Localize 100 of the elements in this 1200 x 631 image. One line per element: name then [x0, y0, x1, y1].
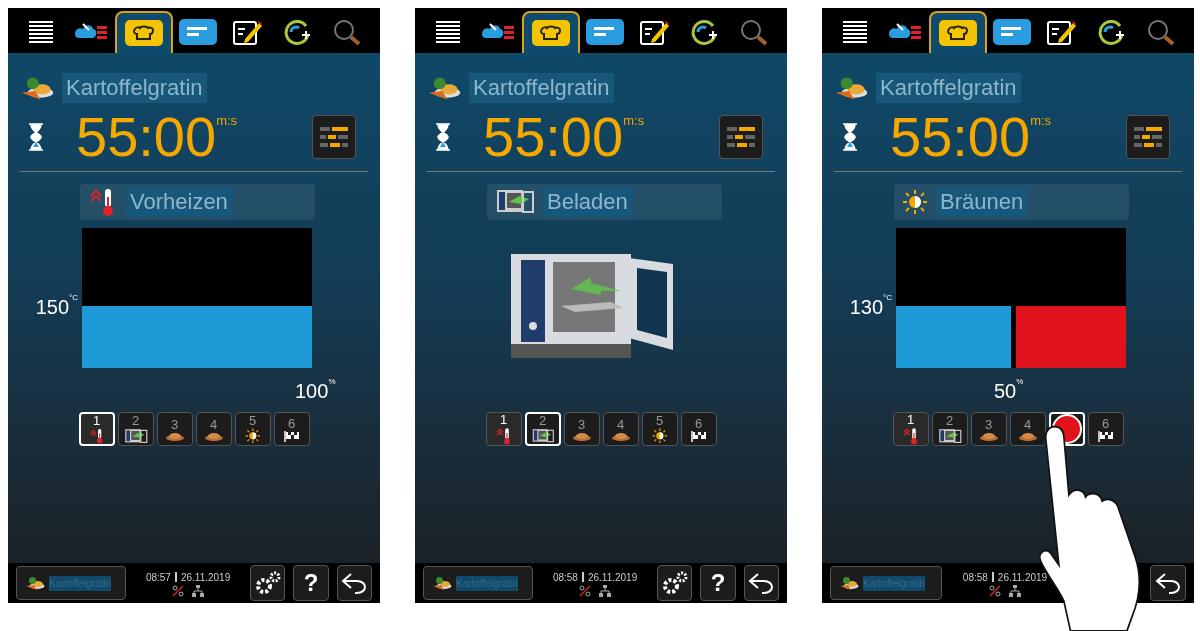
back-button[interactable] — [743, 565, 779, 601]
thermometer-icon — [901, 427, 920, 445]
date: 26.11.2019 — [587, 570, 638, 585]
schedule-button[interactable] — [719, 115, 763, 159]
circle-plus-icon — [689, 18, 720, 46]
step-button[interactable]: 4 — [195, 412, 232, 446]
network-icon — [192, 584, 205, 597]
step-button[interactable]: 1 — [485, 412, 522, 446]
sun-icon — [244, 428, 261, 444]
back-icon — [748, 572, 775, 594]
dish-icon — [165, 431, 184, 441]
clock-time: 08:58 — [552, 570, 578, 585]
back-button[interactable] — [336, 565, 372, 601]
tab[interactable] — [929, 11, 988, 53]
chef-hat-icon — [125, 20, 164, 46]
oven-icon — [123, 427, 148, 445]
tab[interactable] — [522, 11, 581, 53]
schedule-icon — [318, 124, 350, 150]
step-button[interactable]: 6 — [273, 412, 310, 446]
dish-icon — [204, 431, 223, 441]
step-button[interactable]: 4 — [1009, 412, 1046, 446]
temperature-value: 150 — [35, 295, 69, 320]
back-button[interactable] — [1150, 565, 1186, 601]
menu-icon — [435, 21, 460, 43]
chef-hat-icon — [532, 20, 571, 46]
dish-icon — [572, 431, 591, 441]
schedule-icon — [1132, 124, 1164, 150]
flag-icon — [1097, 430, 1114, 442]
step-button[interactable]: 1 — [892, 412, 929, 446]
clock-time: 08:57 — [145, 570, 171, 585]
search-icon — [1146, 18, 1177, 46]
menu-icon — [842, 21, 867, 43]
settings-icon — [661, 571, 688, 595]
step-button[interactable]: 5 — [234, 412, 271, 446]
no-connection-icon — [172, 584, 185, 597]
recipe-title: Kartoffelgratin — [876, 73, 1021, 103]
dish-icon — [1018, 431, 1037, 441]
recipe-title: Kartoffelgratin — [469, 73, 614, 103]
step-button[interactable]: 2 — [931, 412, 968, 446]
edit-icon — [639, 19, 670, 45]
recipe-title: Kartoffelgratin — [62, 73, 207, 103]
help-button[interactable]: ? — [700, 565, 736, 601]
timer-value: 55:00 — [76, 107, 217, 167]
list-card-icon — [586, 19, 624, 45]
settings-icon — [254, 571, 281, 595]
timer-value: 55:00 — [483, 107, 624, 167]
step-title: Beladen — [543, 187, 632, 217]
no-connection-icon — [579, 584, 592, 597]
thermometer-icon — [494, 427, 513, 445]
step-title: Vorheizen — [126, 187, 232, 217]
timer-unit: m:s — [216, 112, 238, 130]
oven-icon — [530, 428, 555, 444]
flag-icon — [690, 430, 707, 442]
oven-icon — [937, 427, 962, 445]
dish-icon — [427, 74, 461, 102]
back-icon — [341, 572, 368, 594]
oven-icon — [495, 188, 535, 216]
step-button[interactable]: 2 — [524, 412, 561, 446]
help-button[interactable]: ? — [293, 565, 329, 601]
dish-icon — [611, 431, 630, 441]
timer-unit: m:s — [1030, 112, 1052, 130]
percent-unit: % — [1016, 376, 1024, 388]
chef-hat-icon — [939, 20, 978, 46]
tab[interactable] — [115, 11, 174, 53]
percent-value: 50 — [994, 380, 1017, 404]
flag-icon — [283, 430, 300, 442]
date: 26.11.2019 — [180, 570, 231, 585]
schedule-icon — [725, 124, 757, 150]
edit-icon — [232, 19, 263, 45]
temperature-unit: °C — [69, 292, 78, 304]
temperature-unit: °C — [883, 292, 892, 304]
dish-icon — [834, 74, 868, 102]
step-button[interactable]: 6 — [1087, 412, 1124, 446]
step-button[interactable]: 3 — [563, 412, 600, 446]
list-card-icon — [179, 19, 217, 45]
list-card-icon — [993, 19, 1031, 45]
date: 26.11.2019 — [997, 570, 1048, 585]
step-button[interactable]: 2 — [117, 412, 154, 446]
step-button[interactable]: 4 — [602, 412, 639, 446]
step-button[interactable]: 3 — [970, 412, 1007, 446]
settings-button[interactable] — [657, 565, 693, 601]
dish-icon — [432, 575, 452, 591]
back-icon — [1155, 572, 1181, 594]
schedule-button[interactable] — [312, 115, 356, 159]
circle-plus-icon — [1096, 18, 1127, 46]
hourglass-icon — [842, 123, 858, 151]
dish-icon — [25, 575, 45, 591]
step-button[interactable]: 1 — [78, 412, 115, 446]
percent-unit: % — [328, 376, 336, 388]
network-icon — [599, 584, 612, 597]
step-button[interactable]: 3 — [156, 412, 193, 446]
step-button[interactable]: 5 — [641, 412, 678, 446]
edit-icon — [1046, 19, 1077, 45]
step-button[interactable]: 6 — [680, 412, 717, 446]
schedule-button[interactable] — [1126, 115, 1170, 159]
search-icon — [739, 18, 770, 46]
step-title: Bräunen — [936, 187, 1028, 217]
settings-button[interactable] — [250, 565, 286, 601]
dish-icon — [979, 431, 998, 441]
search-icon — [332, 18, 363, 46]
